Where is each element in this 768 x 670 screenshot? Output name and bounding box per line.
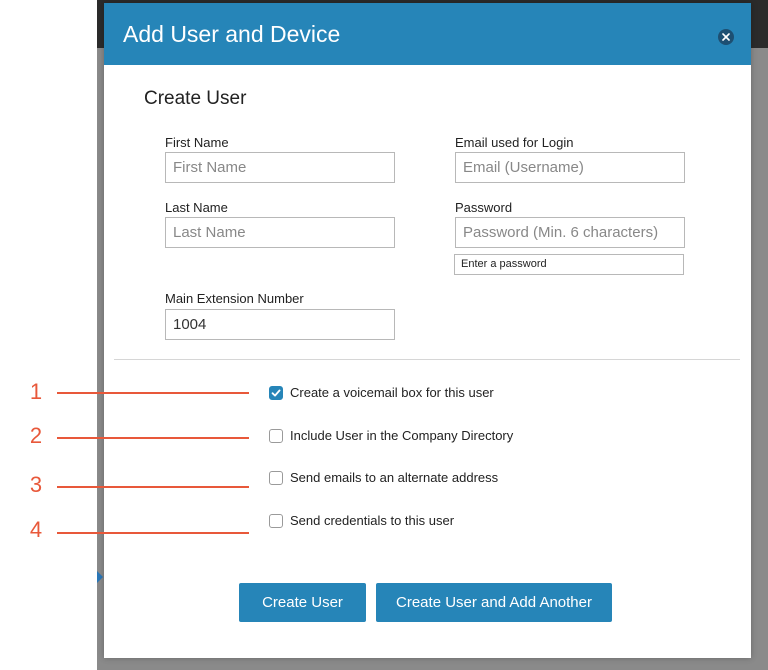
callout-line-4 <box>57 532 249 534</box>
last-name-label: Last Name <box>165 200 228 215</box>
send-credentials-option-label: Send credentials to this user <box>290 513 455 528</box>
callout-number-4: 4 <box>29 517 43 542</box>
password-hint: Enter a password <box>454 254 684 275</box>
callout-line-2 <box>57 437 249 439</box>
company-directory-checkbox[interactable] <box>269 429 283 443</box>
password-input[interactable] <box>455 217 685 248</box>
dialog-header: Add User and Device <box>104 3 751 65</box>
voicemail-checkbox[interactable] <box>269 386 283 400</box>
first-name-input[interactable] <box>165 152 395 183</box>
alternate-email-checkbox[interactable] <box>269 471 283 485</box>
send-credentials-checkbox[interactable] <box>269 514 283 528</box>
email-input[interactable] <box>455 152 685 183</box>
dialog-title: Add User and Device <box>123 21 341 47</box>
add-user-dialog: Add User and Device Create User First Na… <box>104 3 751 658</box>
extension-label: Main Extension Number <box>165 291 304 306</box>
first-name-label: First Name <box>165 135 229 150</box>
create-user-button[interactable]: Create User <box>239 583 366 622</box>
alternate-email-option-label: Send emails to an alternate address <box>290 470 499 485</box>
last-name-input[interactable] <box>165 217 395 248</box>
extension-input[interactable] <box>165 309 395 340</box>
create-user-and-add-another-button[interactable]: Create User and Add Another <box>376 583 612 622</box>
checkmark-icon <box>271 389 281 397</box>
callout-number-2: 2 <box>29 423 43 448</box>
voicemail-option-label: Create a voicemail box for this user <box>290 385 494 400</box>
callout-number-1: 1 <box>29 379 43 404</box>
section-divider <box>114 359 740 360</box>
close-icon <box>722 33 730 41</box>
password-label: Password <box>455 200 513 215</box>
section-title: Create User <box>144 88 247 109</box>
callout-line-3 <box>57 486 249 488</box>
company-directory-option-label: Include User in the Company Directory <box>290 428 514 443</box>
email-label: Email used for Login <box>455 135 574 150</box>
callout-line-1 <box>57 392 249 394</box>
callout-number-3: 3 <box>29 472 43 497</box>
background-arrow-icon <box>97 571 103 583</box>
close-button[interactable] <box>718 29 734 45</box>
